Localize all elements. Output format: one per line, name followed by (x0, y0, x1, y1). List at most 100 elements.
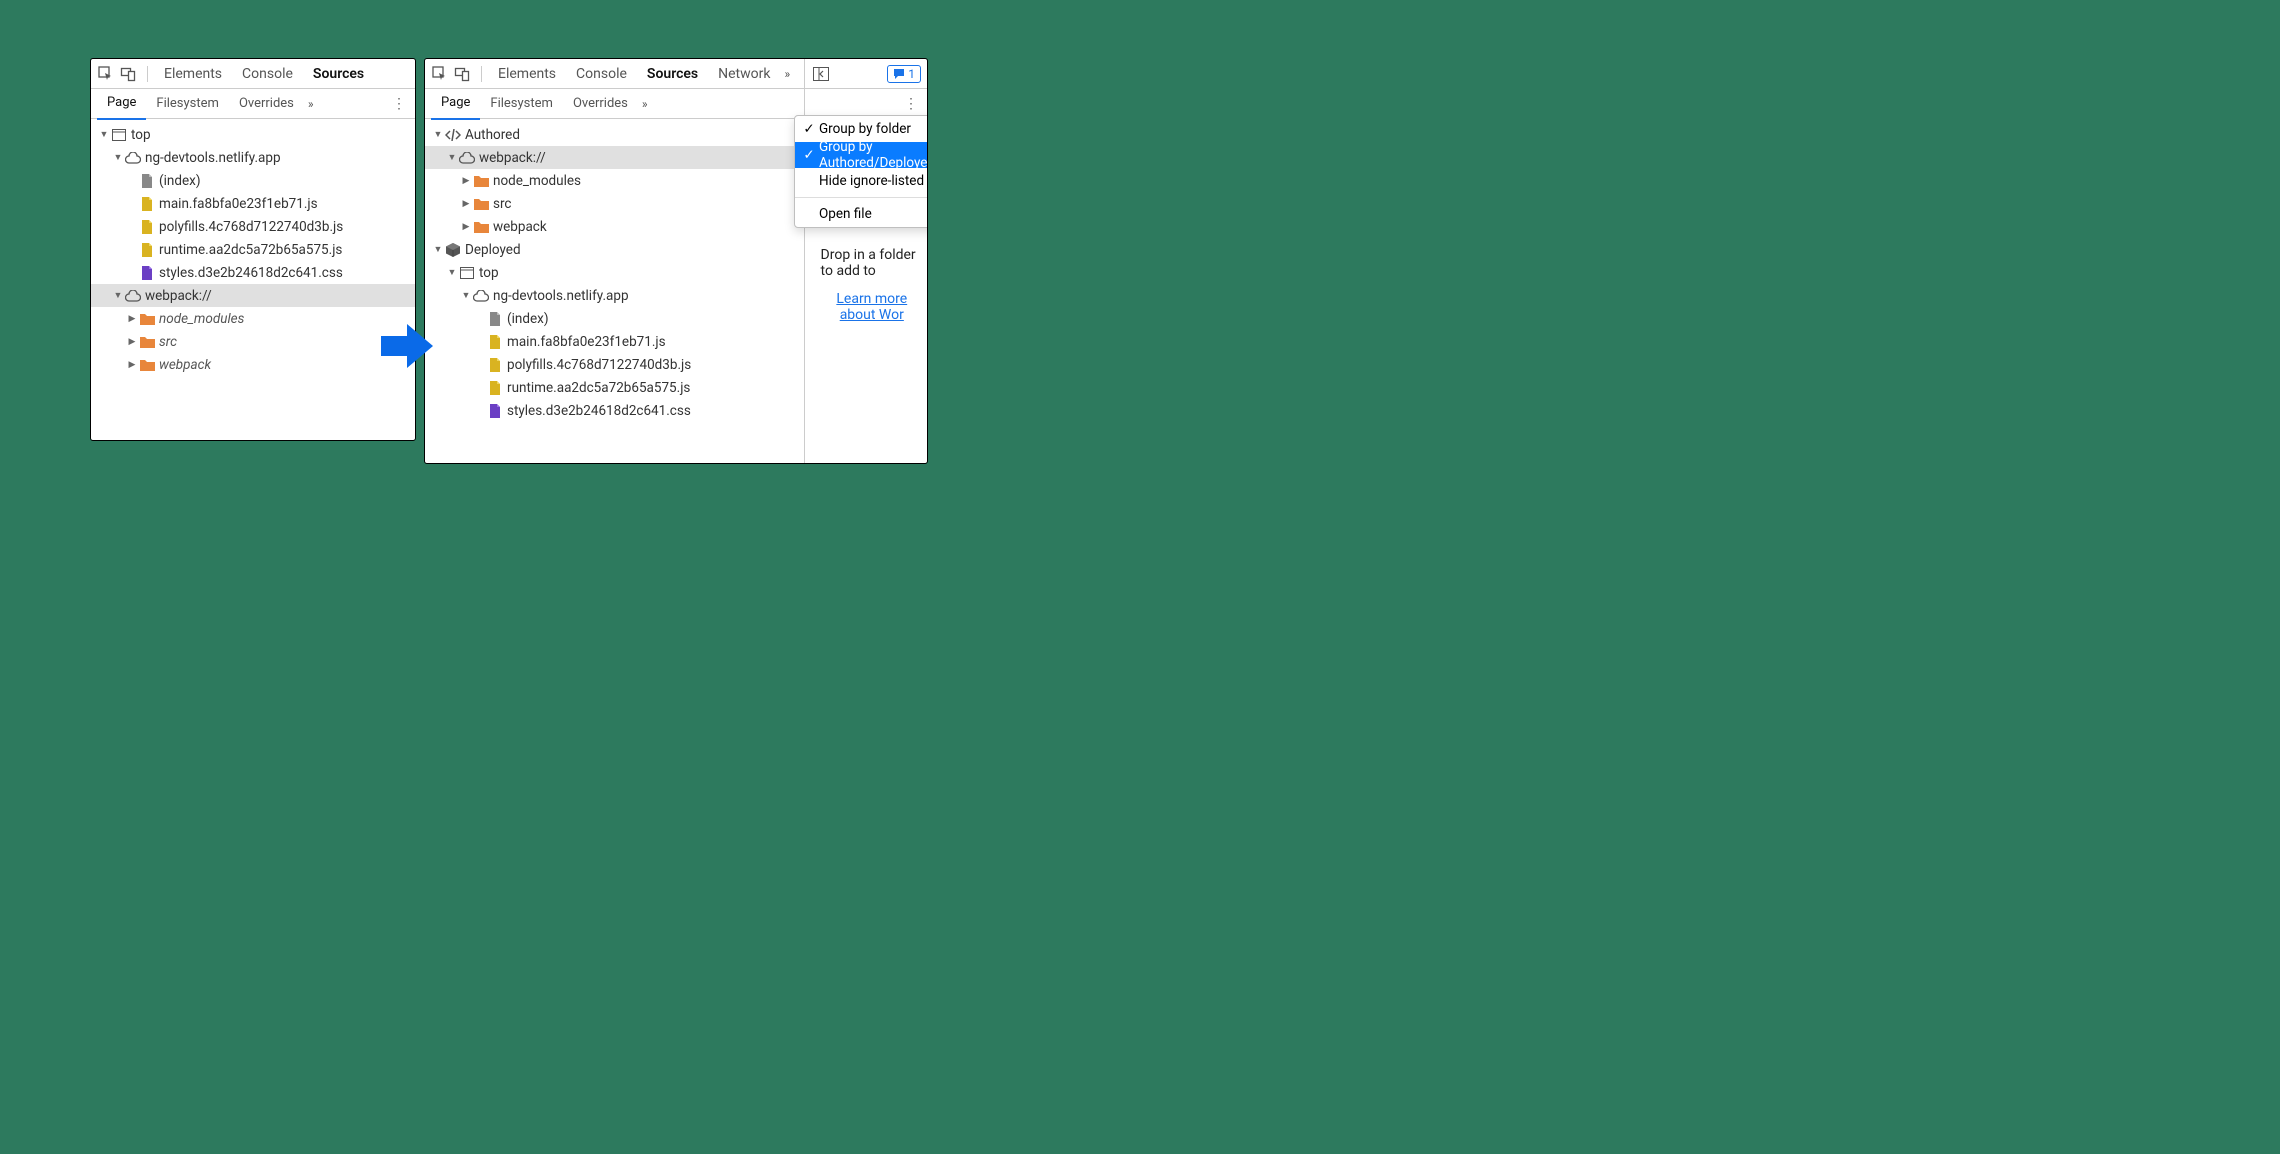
tree-label: ng-devtools.netlify.app (493, 288, 629, 304)
subtab-filesystem[interactable]: Filesystem (480, 89, 563, 119)
device-icon[interactable] (119, 65, 137, 83)
cloud-icon (473, 288, 489, 304)
tab-network[interactable]: Network (708, 59, 780, 89)
tree-label: (index) (159, 173, 201, 189)
js-icon (139, 196, 155, 212)
tree-label: webpack (159, 357, 211, 373)
tree-node[interactable]: ▶src (425, 192, 802, 215)
folder-icon (139, 357, 155, 373)
sources-subbar: Page Filesystem Overrides » ⋮ (91, 89, 415, 119)
inspect-icon[interactable] (97, 65, 115, 83)
cube-icon (445, 242, 461, 258)
tree-label: polyfills.4c768d7122740d3b.js (507, 357, 691, 373)
twisty-icon: ▼ (99, 129, 109, 140)
tab-console[interactable]: Console (566, 59, 637, 89)
tab-sources[interactable]: Sources (303, 59, 374, 89)
more-tabs-icon[interactable]: » (304, 97, 318, 111)
tree-label: top (131, 127, 151, 143)
tab-elements[interactable]: Elements (488, 59, 566, 89)
inspect-icon[interactable] (431, 65, 449, 83)
more-tabs-icon[interactable]: » (638, 97, 652, 111)
file-tree-right: ▼Authored▼webpack://▶node_modules▶src▶we… (425, 119, 802, 426)
css-icon (139, 265, 155, 281)
tree-node[interactable]: ▼webpack:// (425, 146, 802, 169)
tree-node[interactable]: ▼Authored (425, 123, 802, 146)
tree-label: ng-devtools.netlify.app (145, 150, 281, 166)
tree-node[interactable]: ▼ top (425, 261, 802, 284)
tree-node[interactable]: (index) (91, 169, 415, 192)
tree-node[interactable]: ▶node_modules (425, 169, 802, 192)
check-icon: ✓ (801, 121, 817, 137)
folder-icon (139, 311, 155, 327)
tree-node[interactable]: ▶src (91, 330, 415, 353)
doc-icon (487, 311, 503, 327)
tree-node[interactable]: polyfills.4c768d7122740d3b.js (91, 215, 415, 238)
toggle-panel-icon[interactable] (813, 67, 829, 81)
tree-node[interactable]: ▶ webpack (91, 353, 415, 376)
twisty-icon: ▶ (461, 199, 471, 209)
twisty-icon: ▼ (461, 290, 471, 301)
tree-node[interactable]: ▶node_modules (91, 307, 415, 330)
folder-icon (139, 334, 155, 350)
tree-label: main.fa8bfa0e23f1eb71.js (159, 196, 318, 212)
tree-node[interactable]: styles.d3e2b24618d2c641.css (91, 261, 415, 284)
js-icon (487, 357, 503, 373)
twisty-icon: ▶ (461, 222, 471, 232)
twisty-icon: ▼ (447, 152, 457, 163)
tree-label: src (159, 334, 177, 350)
topbar: Elements Console Sources (91, 59, 415, 89)
js-icon (487, 334, 503, 350)
subtab-page[interactable]: Page (431, 88, 480, 120)
tree-label: (index) (507, 311, 549, 327)
tree-node[interactable]: main.fa8bfa0e23f1eb71.js (91, 192, 415, 215)
learn-more-link[interactable]: Learn more about Wor (836, 291, 907, 323)
more-tabs-icon[interactable]: » (780, 67, 794, 81)
devtools-panel-before: Elements Console Sources Page Filesystem… (90, 58, 416, 441)
tree-node[interactable]: main.fa8bfa0e23f1eb71.js (425, 330, 802, 353)
tab-sources[interactable]: Sources (637, 59, 708, 89)
tree-node[interactable]: runtime.aa2dc5a72b65a575.js (425, 376, 802, 399)
tree-label: top (479, 265, 499, 281)
tree-label: runtime.aa2dc5a72b65a575.js (507, 380, 690, 396)
arrow-icon (381, 320, 433, 372)
kebab-menu-icon[interactable]: ⋮ (389, 96, 409, 112)
tree-node[interactable]: polyfills.4c768d7122740d3b.js (425, 353, 802, 376)
subtab-page[interactable]: Page (97, 88, 146, 120)
frame-icon (111, 127, 127, 143)
twisty-icon: ▼ (433, 244, 443, 255)
tree-node[interactable]: (index) (425, 307, 802, 330)
tree-node[interactable]: styles.d3e2b24618d2c641.css (425, 399, 802, 422)
menu-group-authored[interactable]: ✓ Group by Authored/Deployed (795, 142, 928, 168)
css-icon (487, 403, 503, 419)
menu-open-file[interactable]: Open file ⌘ P (795, 201, 928, 227)
tree-node[interactable]: ▼ ng-devtools.netlify.app (425, 284, 802, 307)
tree-label: runtime.aa2dc5a72b65a575.js (159, 242, 342, 258)
js-icon (139, 242, 155, 258)
subtab-overrides[interactable]: Overrides (229, 89, 304, 119)
device-icon[interactable] (453, 65, 471, 83)
subtab-overrides[interactable]: Overrides (563, 89, 638, 119)
twisty-icon: ▶ (127, 360, 137, 370)
tree-node[interactable]: ▼ top (91, 123, 415, 146)
drop-hint: Drop in a folder to add to Learn more ab… (817, 247, 927, 323)
tree-node[interactable]: ▼ ng-devtools.netlify.app (91, 146, 415, 169)
tree-label: Deployed (465, 242, 521, 258)
divider (147, 66, 148, 82)
file-tree-left: ▼ top ▼ ng-devtools.netlify.app (index) main.… (91, 119, 415, 380)
twisty-icon: ▼ (113, 152, 123, 163)
tab-elements[interactable]: Elements (154, 59, 232, 89)
cloud-icon (459, 150, 475, 166)
tree-node[interactable]: ▼webpack:// (91, 284, 415, 307)
twisty-icon: ▼ (433, 129, 443, 140)
tree-node[interactable]: ▼ Deployed (425, 238, 802, 261)
menu-hide-ignore[interactable]: Hide ignore-listed sources (795, 168, 928, 194)
tree-node[interactable]: runtime.aa2dc5a72b65a575.js (91, 238, 415, 261)
folder-icon (473, 219, 489, 235)
tree-node[interactable]: ▶webpack (425, 215, 802, 238)
tab-console[interactable]: Console (232, 59, 303, 89)
subtab-filesystem[interactable]: Filesystem (146, 89, 229, 119)
check-icon: ✓ (801, 147, 817, 163)
tree-label: main.fa8bfa0e23f1eb71.js (507, 334, 666, 350)
twisty-icon: ▼ (447, 267, 457, 278)
twisty-icon: ▶ (461, 176, 471, 186)
